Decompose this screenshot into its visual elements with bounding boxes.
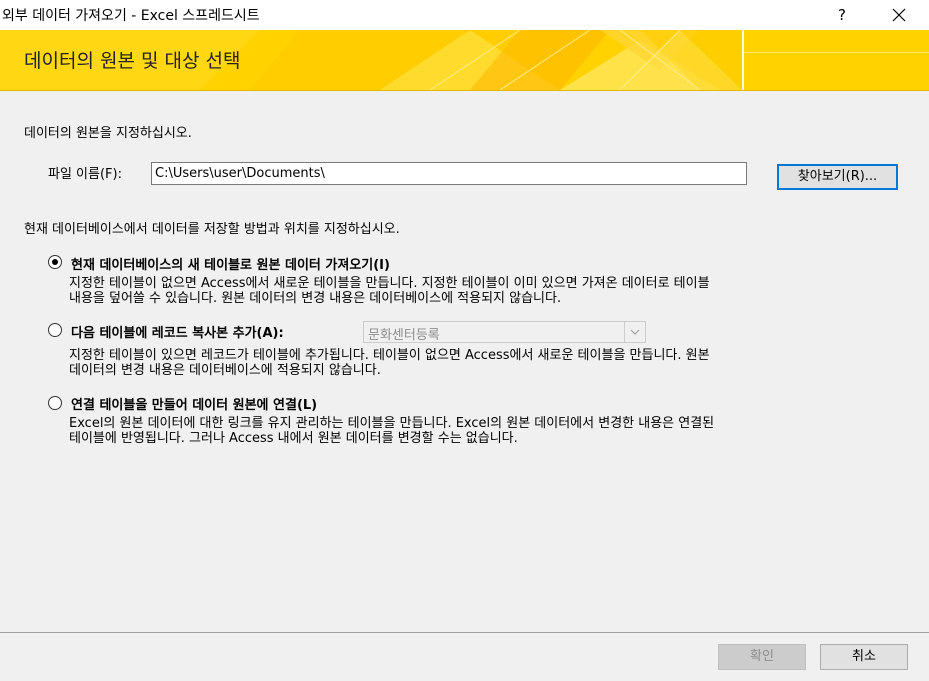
append-table-select[interactable]: 문화센터등록 — [363, 321, 646, 343]
option-import-new-table-label[interactable]: 현재 데이터베이스의 새 테이블로 원본 데이터 가져오기(I) — [71, 254, 390, 273]
radio-selected-dot — [52, 259, 58, 265]
destination-prompt: 현재 데이터베이스에서 데이터를 저장할 방법과 위치를 지정하십시오. — [24, 222, 400, 237]
browse-button[interactable]: 찾아보기(R)... — [777, 164, 898, 190]
option-append-records-desc-2: 데이터의 변경 내용은 데이터베이스에 적용되지 않습니다. — [69, 363, 381, 378]
close-button[interactable] — [876, 0, 922, 30]
help-button[interactable]: ? — [826, 0, 858, 30]
file-name-input[interactable] — [151, 162, 747, 185]
chevron-down-icon — [630, 329, 640, 335]
option-link-table-desc: Excel의 원본 데이터에 대한 링크를 유지 관리하는 테이블을 만듭니다.… — [69, 416, 715, 431]
option-import-new-table-desc-2: 내용을 덮어쓸 수 있습니다. 원본 데이터의 변경 내용은 데이터베이스에 적… — [69, 291, 562, 306]
header-banner: 데이터의 원본 및 대상 선택 — [0, 30, 929, 91]
radio-append-records[interactable] — [48, 323, 62, 337]
combo-dropdown-button[interactable] — [624, 322, 645, 342]
radio-link-table[interactable] — [48, 396, 62, 410]
cancel-button[interactable]: 취소 — [820, 644, 908, 670]
close-icon — [892, 8, 906, 22]
ok-button[interactable]: 확인 — [718, 644, 806, 670]
append-table-value: 문화센터등록 — [368, 328, 440, 343]
file-name-label: 파일 이름(F): — [48, 167, 122, 182]
import-dialog: 외부 데이터 가져오기 - Excel 스프레드시트 ? 데이터의 원본 및 대… — [0, 0, 929, 681]
title-bar: 외부 데이터 가져오기 - Excel 스프레드시트 ? — [0, 0, 929, 30]
window-title: 외부 데이터 가져오기 - Excel 스프레드시트 — [2, 8, 260, 24]
option-import-new-table-desc: 지정한 테이블이 없으면 Access에서 새로운 테이블을 만듭니다. 지정한… — [69, 276, 710, 291]
footer-separator — [0, 632, 929, 633]
option-append-records-desc: 지정한 테이블이 있으면 레코드가 테이블에 추가됩니다. 테이블이 없으면 A… — [69, 348, 710, 363]
option-link-table-desc-2: 테이블에 반영됩니다. 그러나 Access 내에서 원본 데이터를 변경할 수… — [69, 431, 518, 446]
option-link-table-label[interactable]: 연결 테이블을 만들어 데이터 원본에 연결(L) — [71, 394, 317, 413]
banner-title: 데이터의 원본 및 대상 선택 — [24, 50, 241, 72]
source-prompt: 데이터의 원본을 지정하십시오. — [24, 126, 192, 141]
radio-import-new-table[interactable] — [48, 255, 62, 269]
option-append-records-label[interactable]: 다음 테이블에 레코드 복사본 추가(A): — [71, 322, 284, 341]
